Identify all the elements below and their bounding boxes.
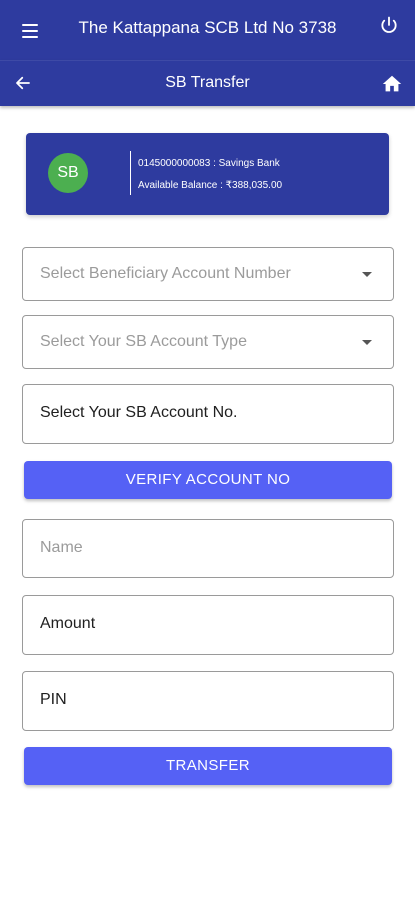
sb-account-no-text: Select Your SB Account No.	[40, 404, 238, 421]
sb-account-type-placeholder: Select Your SB Account Type	[40, 333, 247, 350]
account-card: SB 0145000000083 : Savings Bank Availabl…	[26, 133, 389, 215]
transfer-button[interactable]: TRANSFER	[24, 747, 392, 785]
verify-account-button[interactable]: VERIFY ACCOUNT NO	[24, 461, 392, 499]
pin-label: PIN	[40, 691, 67, 708]
home-icon[interactable]	[381, 73, 403, 95]
sb-account-no-field[interactable]: Select Your SB Account No.	[22, 384, 394, 444]
app-bar: The Kattappana SCB Ltd No 3738	[0, 0, 415, 60]
avatar: SB	[48, 153, 88, 193]
app-title: The Kattappana SCB Ltd No 3738	[78, 18, 337, 37]
beneficiary-account-placeholder: Select Beneficiary Account Number	[40, 265, 291, 282]
card-divider	[130, 151, 131, 195]
account-number-text: 0145000000083 : Savings Bank	[138, 158, 280, 169]
amount-field[interactable]: Amount	[22, 595, 394, 655]
beneficiary-account-select[interactable]: Select Beneficiary Account Number	[22, 247, 394, 301]
chevron-down-icon	[362, 340, 372, 345]
page-title: SB Transfer	[165, 74, 250, 91]
sub-header: SB Transfer	[0, 60, 415, 106]
name-placeholder: Name	[40, 539, 83, 556]
amount-label: Amount	[40, 615, 96, 632]
power-icon[interactable]	[379, 15, 399, 35]
available-balance-text: Available Balance : ₹388,035.00	[138, 180, 283, 191]
name-field[interactable]: Name	[22, 519, 394, 578]
pin-field[interactable]: PIN	[22, 671, 394, 731]
sb-account-type-select[interactable]: Select Your SB Account Type	[22, 315, 394, 369]
chevron-down-icon	[362, 272, 372, 277]
